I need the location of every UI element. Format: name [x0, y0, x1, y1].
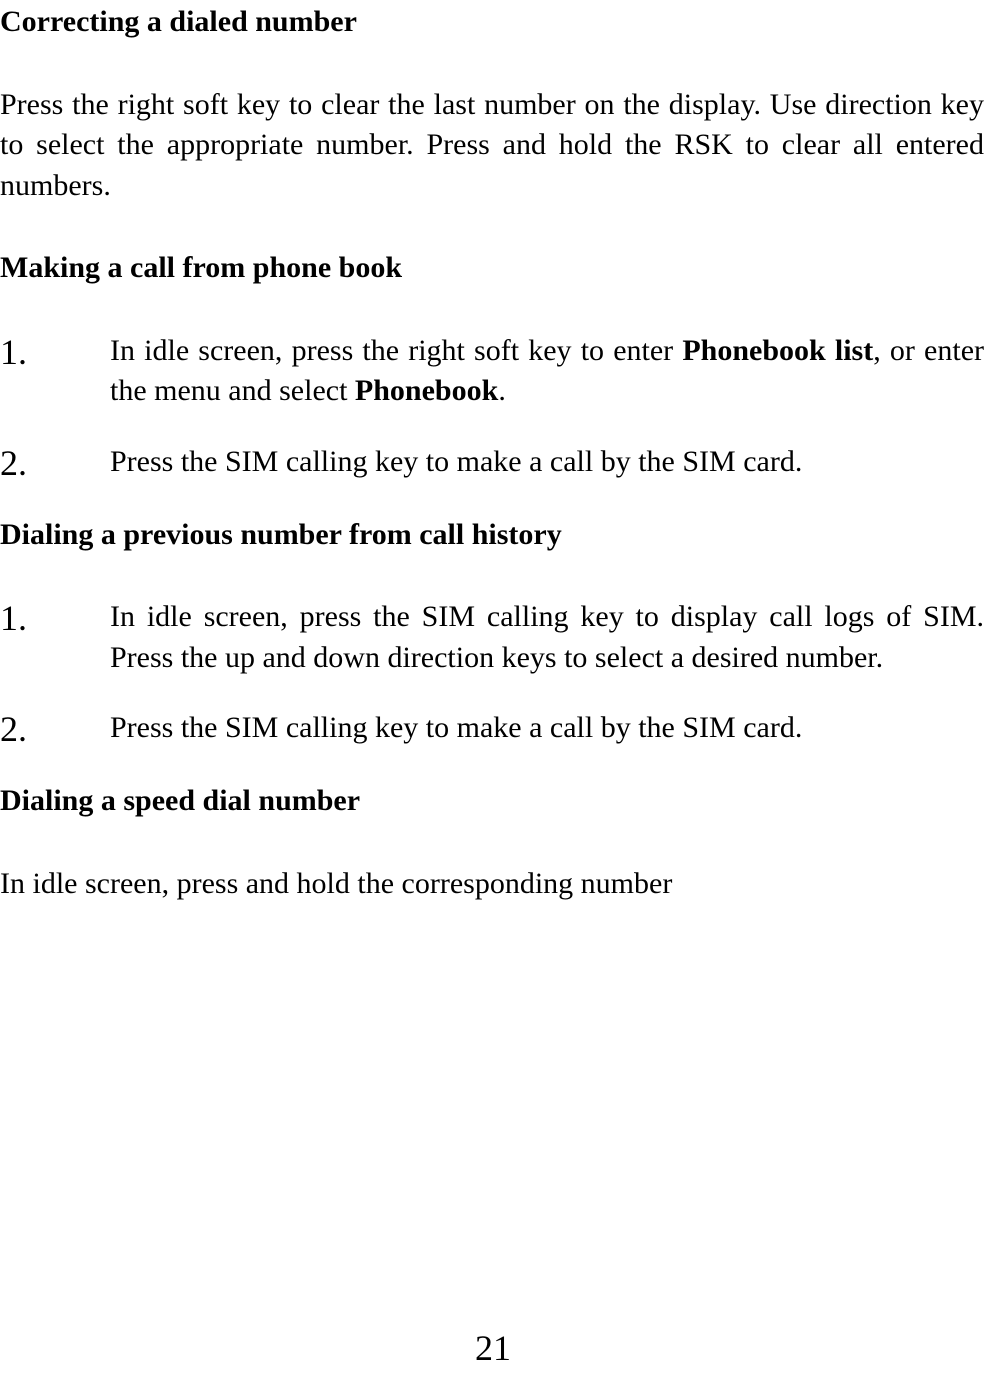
list-item: 2. Press the SIM calling key to make a c…	[0, 708, 984, 751]
list-number: 2.	[0, 442, 110, 485]
list-phonebook: 1. In idle screen, press the right soft …	[0, 331, 984, 485]
page-content: Correcting a dialed number Press the rig…	[0, 2, 986, 904]
list-text: In idle screen, press the right soft key…	[110, 331, 984, 412]
paragraph-speed: In idle screen, press and hold the corre…	[0, 864, 984, 905]
heading-correcting: Correcting a dialed number	[0, 2, 984, 43]
list-text: Press the SIM calling key to make a call…	[110, 442, 984, 485]
text-run: .	[498, 374, 506, 407]
heading-speed: Dialing a speed dial number	[0, 781, 984, 822]
list-item: 1. In idle screen, press the SIM calling…	[0, 597, 984, 678]
list-text: Press the SIM calling key to make a call…	[110, 708, 984, 751]
list-history: 1. In idle screen, press the SIM calling…	[0, 597, 984, 751]
page-number: 21	[0, 1324, 986, 1373]
text-bold: Phonebook	[355, 374, 498, 407]
heading-phonebook: Making a call from phone book	[0, 248, 984, 289]
list-item: 2. Press the SIM calling key to make a c…	[0, 442, 984, 485]
list-number: 1.	[0, 597, 110, 678]
list-number: 2.	[0, 708, 110, 751]
heading-history: Dialing a previous number from call hist…	[0, 515, 984, 556]
paragraph-correcting: Press the right soft key to clear the la…	[0, 85, 984, 207]
list-text: In idle screen, press the SIM calling ke…	[110, 597, 984, 678]
text-bold: Phonebook list	[682, 334, 873, 367]
list-item: 1. In idle screen, press the right soft …	[0, 331, 984, 412]
list-number: 1.	[0, 331, 110, 412]
text-run: In idle screen, press the right soft key…	[110, 334, 682, 367]
